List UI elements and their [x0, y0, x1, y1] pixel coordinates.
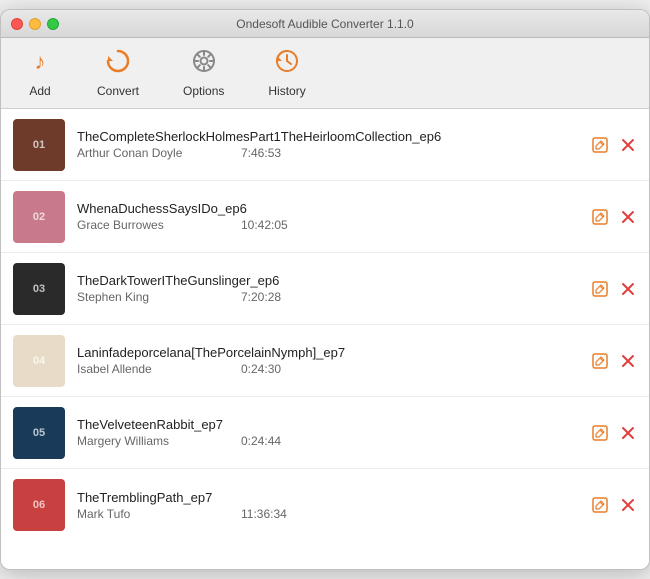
book-meta: Grace Burrowes 10:42:05 — [77, 218, 579, 232]
book-info: TheTremblingPath_ep7 Mark Tufo 11:36:34 — [77, 490, 579, 521]
add-button[interactable]: ♪ Add — [17, 44, 63, 102]
book-info: Laninfadeporcelana[ThePorcelainNymph]_ep… — [77, 345, 579, 376]
close-button[interactable] — [11, 18, 23, 30]
book-title: Laninfadeporcelana[ThePorcelainNymph]_ep… — [77, 345, 579, 360]
book-author: Margery Williams — [77, 434, 217, 448]
options-button[interactable]: Options — [173, 44, 234, 102]
book-cover: 02 — [13, 191, 65, 243]
delete-button[interactable] — [619, 424, 637, 442]
book-actions — [591, 136, 637, 154]
convert-icon — [105, 48, 131, 81]
book-cover: 04 — [13, 335, 65, 387]
history-button[interactable]: History — [258, 44, 315, 102]
window-title: Ondesoft Audible Converter 1.1.0 — [236, 17, 413, 31]
edit-button[interactable] — [591, 208, 609, 226]
book-title: TheDarkTowerITheGunslinger_ep6 — [77, 273, 579, 288]
book-meta: Stephen King 7:20:28 — [77, 290, 579, 304]
book-author: Stephen King — [77, 290, 217, 304]
book-meta: Arthur Conan Doyle 7:46:53 — [77, 146, 579, 160]
book-cover: 01 — [13, 119, 65, 171]
book-author: Mark Tufo — [77, 507, 217, 521]
history-icon — [274, 48, 300, 81]
book-list: 01 TheCompleteSherlockHolmesPart1TheHeir… — [1, 109, 649, 569]
book-duration: 7:46:53 — [241, 146, 281, 160]
maximize-button[interactable] — [47, 18, 59, 30]
traffic-lights — [11, 18, 59, 30]
book-info: TheVelveteenRabbit_ep7 Margery Williams … — [77, 417, 579, 448]
book-actions — [591, 352, 637, 370]
book-actions — [591, 424, 637, 442]
book-row: 03 TheDarkTowerITheGunslinger_ep6 Stephe… — [1, 253, 649, 325]
book-info: TheDarkTowerITheGunslinger_ep6 Stephen K… — [77, 273, 579, 304]
book-duration: 0:24:30 — [241, 362, 281, 376]
options-label: Options — [183, 84, 224, 98]
book-row: 01 TheCompleteSherlockHolmesPart1TheHeir… — [1, 109, 649, 181]
book-author: Grace Burrowes — [77, 218, 217, 232]
book-author: Arthur Conan Doyle — [77, 146, 217, 160]
delete-button[interactable] — [619, 280, 637, 298]
book-row: 06 TheTremblingPath_ep7 Mark Tufo 11:36:… — [1, 469, 649, 541]
options-icon — [191, 48, 217, 81]
convert-button[interactable]: Convert — [87, 44, 149, 102]
book-cover: 05 — [13, 407, 65, 459]
book-duration: 7:20:28 — [241, 290, 281, 304]
book-duration: 11:36:34 — [241, 507, 287, 521]
edit-button[interactable] — [591, 280, 609, 298]
book-meta: Isabel Allende 0:24:30 — [77, 362, 579, 376]
svg-text:♪: ♪ — [35, 49, 46, 74]
title-bar: Ondesoft Audible Converter 1.1.0 — [1, 10, 649, 38]
book-info: TheCompleteSherlockHolmesPart1TheHeirloo… — [77, 129, 579, 160]
add-label: Add — [29, 84, 50, 98]
book-cover: 03 — [13, 263, 65, 315]
delete-button[interactable] — [619, 496, 637, 514]
book-duration: 0:24:44 — [241, 434, 281, 448]
book-author: Isabel Allende — [77, 362, 217, 376]
book-row: 04 Laninfadeporcelana[ThePorcelainNymph]… — [1, 325, 649, 397]
book-actions — [591, 496, 637, 514]
book-title: WhenaDuchessSaysIDo_ep6 — [77, 201, 579, 216]
edit-button[interactable] — [591, 352, 609, 370]
book-meta: Margery Williams 0:24:44 — [77, 434, 579, 448]
edit-button[interactable] — [591, 136, 609, 154]
edit-button[interactable] — [591, 496, 609, 514]
delete-button[interactable] — [619, 352, 637, 370]
book-duration: 10:42:05 — [241, 218, 288, 232]
minimize-button[interactable] — [29, 18, 41, 30]
book-title: TheTremblingPath_ep7 — [77, 490, 579, 505]
convert-label: Convert — [97, 84, 139, 98]
book-info: WhenaDuchessSaysIDo_ep6 Grace Burrowes 1… — [77, 201, 579, 232]
delete-button[interactable] — [619, 208, 637, 226]
add-icon: ♪ — [27, 48, 53, 81]
book-meta: Mark Tufo 11:36:34 — [77, 507, 579, 521]
edit-button[interactable] — [591, 424, 609, 442]
book-actions — [591, 208, 637, 226]
book-cover: 06 — [13, 479, 65, 531]
app-window: Ondesoft Audible Converter 1.1.0 ♪ Add C… — [0, 9, 650, 570]
toolbar: ♪ Add Convert — [1, 38, 649, 109]
book-title: TheCompleteSherlockHolmesPart1TheHeirloo… — [77, 129, 579, 144]
book-actions — [591, 280, 637, 298]
delete-button[interactable] — [619, 136, 637, 154]
book-row: 02 WhenaDuchessSaysIDo_ep6 Grace Burrowe… — [1, 181, 649, 253]
history-label: History — [268, 84, 305, 98]
book-title: TheVelveteenRabbit_ep7 — [77, 417, 579, 432]
book-row: 05 TheVelveteenRabbit_ep7 Margery Willia… — [1, 397, 649, 469]
